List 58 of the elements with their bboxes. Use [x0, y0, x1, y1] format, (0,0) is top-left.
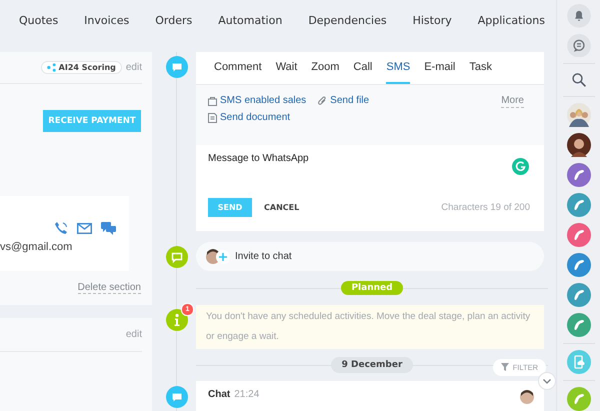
- activity-tab[interactable]: Wait: [276, 52, 298, 84]
- phone-call-icon[interactable]: [566, 193, 590, 218]
- phone-call-icon[interactable]: [566, 313, 590, 338]
- action-link[interactable]: SMS enabled sales: [208, 95, 306, 106]
- message-input[interactable]: Message to WhatsApp: [208, 153, 309, 164]
- mail-icon[interactable]: [77, 222, 92, 234]
- add-person-icon: [206, 248, 230, 264]
- chat-icon[interactable]: [101, 222, 116, 234]
- empty-activities-notice: You don't have any scheduled activities. Move the deal stage, plan an activity or engage a wait.: [196, 304, 544, 349]
- comment-icon: [166, 386, 188, 408]
- grammar-icon[interactable]: [512, 158, 529, 175]
- person-avatar[interactable]: [566, 133, 590, 158]
- activity-tab[interactable]: Call: [353, 52, 372, 84]
- action-link[interactable]: Send document: [208, 112, 290, 123]
- cancel-button[interactable]: CANCEL: [264, 203, 300, 212]
- character-counter: Characters 19 of 200: [441, 202, 530, 213]
- phone-call-icon[interactable]: [566, 223, 590, 248]
- nav-tab[interactable]: Quotes: [19, 14, 58, 26]
- nav-tab[interactable]: Dependencies: [308, 14, 387, 26]
- phone-call-icon[interactable]: [566, 253, 590, 278]
- bag-icon: [208, 96, 217, 106]
- phone-call-icon[interactable]: [566, 163, 590, 188]
- badge-label: AI24 Scoring: [58, 63, 116, 72]
- comment-icon: [166, 56, 188, 78]
- phone-call-icon[interactable]: [566, 283, 590, 308]
- chat-icon[interactable]: [566, 34, 590, 58]
- chat-icon: [166, 246, 188, 268]
- nav-tab[interactable]: Automation: [218, 14, 282, 26]
- nav-tab[interactable]: Invoices: [84, 14, 130, 26]
- group-avatar[interactable]: [566, 103, 590, 128]
- info-icon: [166, 308, 188, 331]
- filter-icon: [500, 363, 509, 372]
- nav-tab[interactable]: Orders: [155, 14, 192, 26]
- delete-section-link[interactable]: Delete section: [78, 282, 141, 294]
- document-icon: [208, 112, 217, 122]
- paperclip-icon: [318, 96, 328, 106]
- activity-tab[interactable]: Task: [469, 52, 492, 84]
- email-text: vs@gmail.com: [0, 241, 72, 253]
- chevron-down-icon[interactable]: [538, 372, 556, 390]
- avatar-icon: [520, 390, 534, 404]
- activity-tab[interactable]: E-mail: [424, 52, 456, 84]
- nodes-icon: [46, 63, 56, 72]
- tablet-cloud-icon[interactable]: [566, 350, 590, 374]
- bell-icon[interactable]: [566, 4, 590, 28]
- nav-tab[interactable]: Applications: [478, 14, 545, 26]
- scoring-badge[interactable]: AI24 Scoring: [40, 61, 122, 74]
- date-label: 9 December: [330, 356, 414, 373]
- phone-icon[interactable]: [54, 221, 68, 235]
- invite-to-chat-button[interactable]: Invite to chat: [196, 242, 544, 271]
- chat-time: 21:24: [234, 389, 260, 400]
- activity-tab[interactable]: Zoom: [311, 52, 340, 84]
- chat-title: Chat: [208, 389, 230, 400]
- activity-tab[interactable]: Comment: [214, 52, 262, 84]
- phone-call-icon[interactable]: [566, 387, 590, 411]
- search-icon[interactable]: [572, 73, 586, 88]
- action-link[interactable]: Send file: [318, 95, 370, 106]
- planned-label: Planned: [341, 280, 403, 295]
- nav-tab[interactable]: History: [412, 14, 452, 26]
